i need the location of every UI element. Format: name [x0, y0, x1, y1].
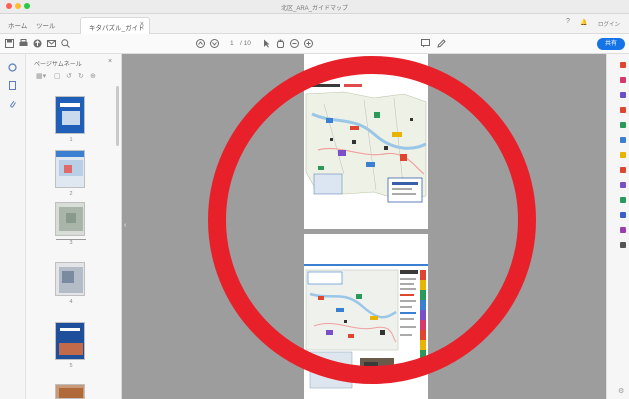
attachment-icon[interactable]: [7, 98, 17, 108]
menu-home[interactable]: ホーム: [8, 20, 27, 30]
tool-shortcut-icon[interactable]: [620, 197, 626, 203]
tool-shortcut-icon[interactable]: [620, 227, 626, 233]
mail-icon[interactable]: [46, 38, 57, 49]
tool-shortcut-icon[interactable]: [620, 152, 626, 158]
document-tab[interactable]: キタパズル_ガイド地図(A) ×: [80, 17, 150, 42]
page-thumbnail[interactable]: [55, 262, 85, 296]
collapse-left-pane-icon[interactable]: ‹: [124, 222, 126, 229]
map-image: [304, 234, 428, 399]
print-icon[interactable]: [18, 38, 29, 49]
right-tools-rail: ⚙: [606, 54, 629, 399]
page-number-input[interactable]: 1: [230, 40, 234, 47]
rotate-left-icon[interactable]: ↺: [66, 72, 72, 80]
insert-page-icon[interactable]: ⊕: [90, 72, 96, 80]
page-thumbnail[interactable]: [55, 96, 85, 134]
close-icon[interactable]: ×: [140, 21, 144, 28]
left-icon-rail: [0, 54, 26, 399]
previous-page-icon[interactable]: [195, 38, 206, 49]
document-page-2: [304, 234, 428, 399]
tool-shortcut-icon[interactable]: [620, 167, 626, 173]
tool-shortcut-icon[interactable]: [620, 242, 626, 248]
page-thumbnail[interactable]: [55, 202, 85, 236]
thumbnail-pane: ページサムネール × ▦▾ ▢ ↺ ↻ ⊕ 1 2 3 4 5: [26, 54, 122, 399]
thumbnail-scrollbar[interactable]: [116, 86, 119, 146]
page-thumbnail[interactable]: [55, 322, 85, 360]
window-titlebar: 北区_ARA_ガイドマップ: [0, 0, 629, 14]
tool-shortcut-icon[interactable]: [620, 122, 626, 128]
main-toolbar: 1 / 10 共有: [0, 34, 629, 54]
thumbnail-page-number: 1: [69, 137, 73, 143]
signin-link[interactable]: ログイン: [598, 20, 620, 28]
thumbnail-page-number: 2: [69, 191, 73, 197]
cursor-icon[interactable]: [261, 38, 272, 49]
upload-icon[interactable]: [32, 38, 43, 49]
search-icon[interactable]: [60, 38, 71, 49]
help-icon[interactable]: ?: [566, 18, 570, 25]
thumbnail-options-icon[interactable]: ▦▾: [36, 72, 46, 80]
map-image: [304, 54, 428, 229]
tool-shortcut-icon[interactable]: [620, 92, 626, 98]
tool-shortcut-icon[interactable]: [620, 107, 626, 113]
thumbnail-page-number: 3: [56, 239, 86, 246]
save-icon[interactable]: [4, 38, 15, 49]
page-total: / 10: [240, 40, 251, 47]
share-button[interactable]: 共有: [597, 38, 625, 50]
thumbnail-page-number: 4: [69, 299, 73, 305]
window-title: 北区_ARA_ガイドマップ: [280, 6, 348, 12]
zoom-out-icon[interactable]: [289, 38, 300, 49]
bell-icon[interactable]: 🔔: [580, 19, 587, 26]
hand-icon[interactable]: [275, 38, 286, 49]
pen-icon[interactable]: [436, 38, 447, 49]
tab-bar: ホーム ツール キタパズル_ガイド地図(A) × ? 🔔 ログイン: [0, 14, 629, 42]
more-tools-icon[interactable]: ⚙: [618, 387, 624, 395]
tool-shortcut-icon[interactable]: [620, 182, 626, 188]
rotate-right-icon[interactable]: ↻: [78, 72, 84, 80]
thumbnail-pane-title: ページサムネール: [34, 62, 82, 68]
bookmark-icon[interactable]: [7, 80, 17, 90]
next-page-icon[interactable]: [209, 38, 220, 49]
menu-tools[interactable]: ツール: [36, 20, 56, 30]
document-page-1: [304, 54, 428, 229]
tool-shortcut-icon[interactable]: [620, 77, 626, 83]
close-icon[interactable]: ×: [108, 58, 112, 65]
page-thumbnail[interactable]: [55, 384, 85, 399]
tool-shortcut-icon[interactable]: [620, 212, 626, 218]
comment-icon[interactable]: [420, 38, 431, 49]
tool-shortcut-icon[interactable]: [620, 62, 626, 68]
page-thumbnail[interactable]: [55, 150, 85, 188]
page-thumbnails-icon[interactable]: [7, 62, 17, 72]
delete-page-icon[interactable]: ▢: [54, 72, 61, 80]
zoom-in-icon[interactable]: [303, 38, 314, 49]
thumbnail-page-number: 5: [69, 363, 73, 369]
tool-shortcut-icon[interactable]: [620, 137, 626, 143]
